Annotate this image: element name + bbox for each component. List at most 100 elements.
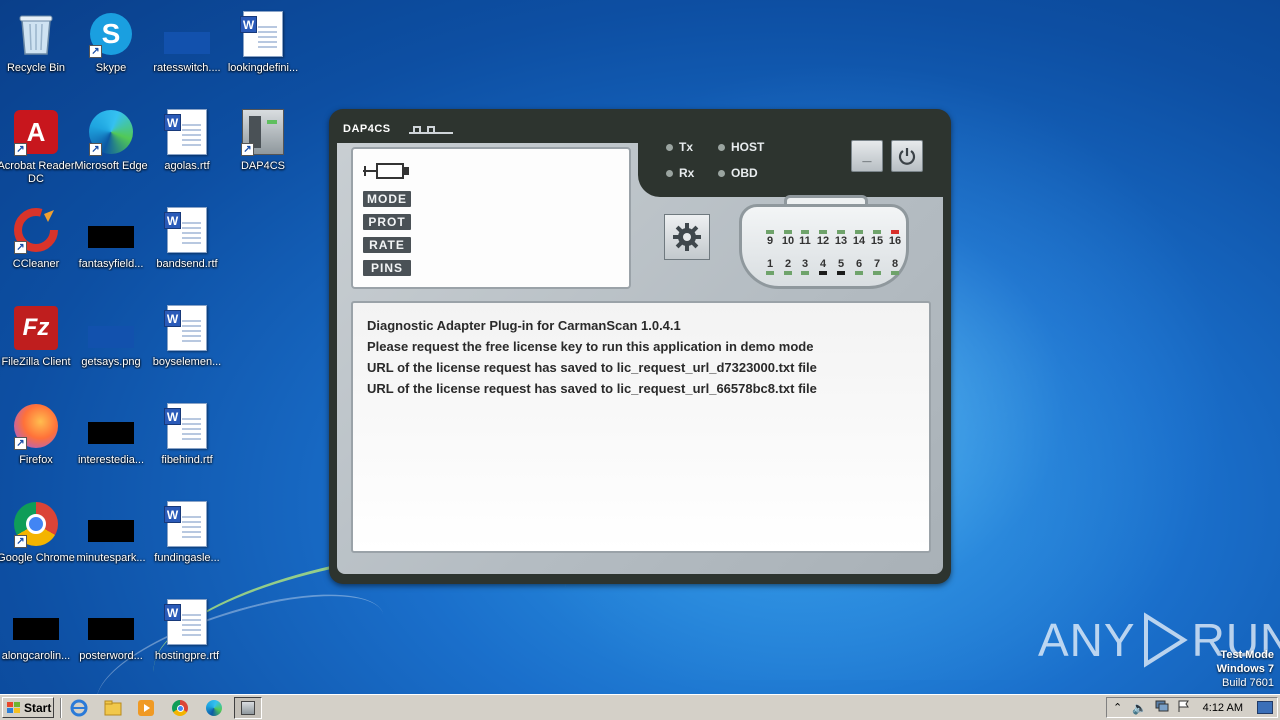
clock[interactable]: 4:12 AM xyxy=(1203,702,1243,714)
obd-pin-label: 7 xyxy=(873,258,881,270)
prot-tag: PROT xyxy=(363,214,411,230)
desktop-icon-boyselemen[interactable]: W boyselemen... xyxy=(148,298,226,384)
pin-marker xyxy=(784,230,792,234)
tx-led-icon xyxy=(666,143,673,151)
acrobat-icon: A ↗ xyxy=(12,108,60,156)
message-console: Diagnostic Adapter Plug-in for CarmanSca… xyxy=(351,301,931,553)
pin-marker xyxy=(873,271,881,275)
signal-wave-icon xyxy=(409,126,453,134)
obd-pin-label: 4 xyxy=(819,258,827,270)
pin-marker xyxy=(855,230,863,234)
obd-led-icon xyxy=(718,169,725,177)
file-explorer-icon[interactable] xyxy=(104,699,122,717)
desktop-icon-acrobat[interactable]: A ↗ Acrobat Reader DC xyxy=(0,102,75,188)
pin-marker xyxy=(784,271,792,275)
host-label: HOST xyxy=(731,140,765,154)
desktop-icon-agolas[interactable]: W agolas.rtf xyxy=(148,102,226,188)
image-file-icon xyxy=(163,10,211,58)
obd-pin-label: 12 xyxy=(816,235,830,247)
status-display: MODE PROT RATE PINS xyxy=(351,147,631,289)
host-indicator: HOST xyxy=(718,140,764,154)
test-mode-notice: Test Mode Windows 7 Build 7601 xyxy=(1217,648,1274,690)
desktop-icon-firefox[interactable]: ↗ Firefox xyxy=(0,396,75,482)
build-line: Build 7601 xyxy=(1222,677,1274,689)
desktop-icon-fibehind[interactable]: W fibehind.rtf xyxy=(148,396,226,482)
word-document-icon: W xyxy=(163,108,211,156)
pin-marker xyxy=(766,230,774,234)
settings-button[interactable] xyxy=(664,214,710,260)
file-thumbnail-icon xyxy=(87,402,135,450)
mode-tag: MODE xyxy=(363,191,411,207)
rx-led-icon xyxy=(666,169,673,177)
file-thumbnail-icon xyxy=(87,206,135,254)
desktop-icon-fundingasle[interactable]: W fundingasle... xyxy=(148,494,226,580)
dap4cs-app-icon: ↗ xyxy=(239,108,287,156)
test-mode-line: Test Mode xyxy=(1220,649,1274,661)
recycle-bin-icon xyxy=(12,10,60,58)
action-center-flag-icon[interactable] xyxy=(1177,700,1190,715)
power-icon xyxy=(898,148,916,165)
play-logo-icon xyxy=(1143,612,1188,668)
rx-label: Rx xyxy=(679,166,695,180)
desktop-icon-dap4cs[interactable]: ↗ DAP4CS xyxy=(224,102,302,188)
desktop-icon-hostingpre[interactable]: W hostingpre.rtf xyxy=(148,592,226,678)
desktop-icon-ccleaner[interactable]: ↗ CCleaner xyxy=(0,200,75,286)
desktop-icon-minutespark[interactable]: minutespark... xyxy=(72,494,150,580)
dap4cs-taskbar-button[interactable] xyxy=(234,697,262,719)
ccleaner-icon: ↗ xyxy=(12,206,60,254)
minimize-button[interactable]: _ xyxy=(851,140,883,172)
volume-icon[interactable]: 🔈 xyxy=(1132,701,1147,715)
minimize-label: _ xyxy=(862,147,872,164)
obd-pin-label: 14 xyxy=(852,235,866,247)
console-line: Please request the free license key to r… xyxy=(367,339,814,354)
show-desktop-icon[interactable] xyxy=(1257,701,1273,714)
desktop-icon-ratesswitch[interactable]: ratesswitch.... xyxy=(148,4,226,90)
obd-pin-label: 1 xyxy=(766,258,774,270)
power-button[interactable] xyxy=(891,140,923,172)
obd-pin-label: 10 xyxy=(781,235,795,247)
desktop-icon-bandsend[interactable]: W bandsend.rtf xyxy=(148,200,226,286)
start-button[interactable]: Start xyxy=(2,697,54,718)
network-icon[interactable] xyxy=(1155,700,1169,715)
desktop-icon-skype[interactable]: S ↗ Skype xyxy=(72,4,150,90)
dap4cs-taskbar-icon xyxy=(241,701,255,715)
desktop-icon-posterword[interactable]: posterword... xyxy=(72,592,150,678)
console-line: URL of the license request has saved to … xyxy=(367,360,817,375)
desktop-icon-filezilla[interactable]: Fz FileZilla Client xyxy=(0,298,75,384)
word-document-icon: W xyxy=(163,500,211,548)
tx-label: Tx xyxy=(679,140,694,154)
desktop-icon-interestedia[interactable]: interestedia... xyxy=(72,396,150,482)
internet-explorer-icon[interactable] xyxy=(70,699,88,717)
desktop-icon-getsays[interactable]: getsays.png xyxy=(72,298,150,384)
word-document-icon: W xyxy=(239,10,287,58)
host-led-icon xyxy=(718,143,725,151)
chrome-icon: ↗ xyxy=(12,500,60,548)
obd-indicator: OBD xyxy=(718,166,758,180)
desktop-icon-chrome[interactable]: ↗ Google Chrome xyxy=(0,494,75,580)
tx-indicator: Tx xyxy=(666,140,693,154)
obd-pin-label: 13 xyxy=(834,235,848,247)
desktop-icon-lookingdefini[interactable]: W lookingdefini... xyxy=(224,4,302,90)
pin-marker xyxy=(837,230,845,234)
file-thumbnail-icon xyxy=(12,598,60,646)
obd-pin-label: 8 xyxy=(891,258,899,270)
pin-marker xyxy=(855,271,863,275)
media-player-icon[interactable] xyxy=(137,699,155,717)
desktop-icon-edge[interactable]: ↗ Microsoft Edge xyxy=(72,102,150,188)
dap4cs-window[interactable]: DAP4CS Tx Rx HOST OBD _ MODE PROT RATE P… xyxy=(329,109,951,584)
chrome-taskbar-icon[interactable] xyxy=(171,699,189,717)
connector-plug-icon xyxy=(363,163,409,179)
pin-marker xyxy=(819,230,827,234)
skype-icon: S ↗ xyxy=(87,10,135,58)
console-line: URL of the license request has saved to … xyxy=(367,381,817,396)
show-hidden-icons-icon[interactable]: ⌃ xyxy=(1113,701,1122,714)
pin-marker xyxy=(801,230,809,234)
edge-taskbar-icon[interactable] xyxy=(205,699,223,717)
windows-logo-icon xyxy=(7,701,21,714)
dap4cs-title: DAP4CS xyxy=(343,123,391,135)
desktop-icon-alongcarolin[interactable]: alongcarolin... xyxy=(0,592,75,678)
obd-pin-label: 15 xyxy=(870,235,884,247)
desktop-icon-fantasyfield[interactable]: fantasyfield... xyxy=(72,200,150,286)
desktop-icon-recycle-bin[interactable]: Recycle Bin xyxy=(0,4,75,90)
rate-tag: RATE xyxy=(363,237,411,253)
